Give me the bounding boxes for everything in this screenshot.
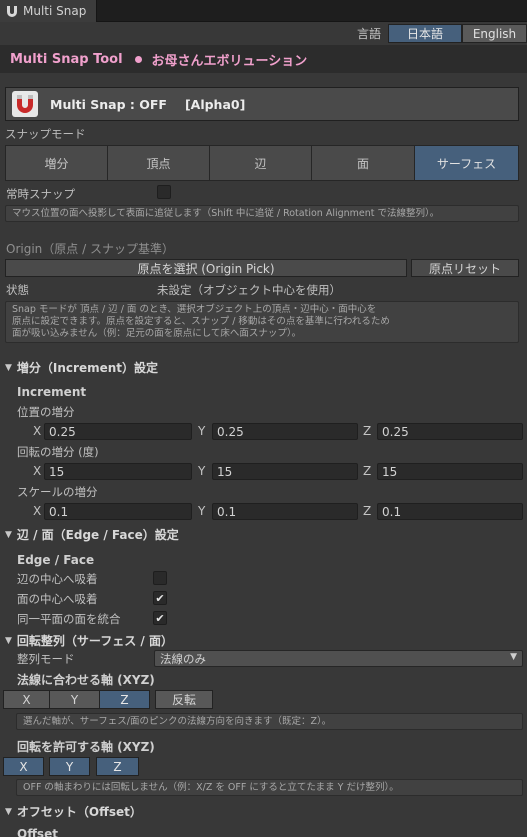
- rotation-z-field[interactable]: 15: [377, 463, 523, 480]
- offset-foldout-title: オフセット（Offset）: [16, 805, 142, 819]
- snap-status-header[interactable]: Multi Snap : OFF [Alpha0]: [5, 87, 519, 121]
- edge-center-checkbox[interactable]: [153, 571, 167, 585]
- rotation-increment-label: 回転の増分 (度): [17, 445, 99, 459]
- position-z-field[interactable]: 0.25: [377, 423, 523, 440]
- allowed-axis-x-button[interactable]: X: [3, 757, 44, 776]
- allowed-axis-help: OFF の軸まわりには回転しません（例：X/Z を OFF にすると立てたまま …: [16, 779, 523, 796]
- axis-y-label: Y: [198, 424, 206, 438]
- tool-title: Multi Snap Tool: [10, 51, 123, 67]
- merge-coplanar-checkbox[interactable]: ✔: [153, 611, 167, 625]
- offset-subtitle: Offset: [17, 827, 58, 837]
- increment-subtitle: Increment: [17, 385, 87, 399]
- allowed-axis-z-button[interactable]: Z: [96, 757, 139, 776]
- position-x-field[interactable]: 0.25: [44, 423, 192, 440]
- flip-normal-button[interactable]: 反転: [155, 690, 213, 709]
- rotation-y-field[interactable]: 15: [212, 463, 358, 480]
- increment-foldout[interactable]: ▼ 増分（Increment）設定: [5, 359, 158, 376]
- normal-axis-y-button[interactable]: Y: [49, 690, 100, 709]
- mode-surface-button[interactable]: サーフェス: [414, 145, 519, 181]
- rotation-x-field[interactable]: 15: [44, 463, 192, 480]
- language-row: 言語 日本語 English: [0, 22, 527, 44]
- snap-mode-help: マウス位置の面へ投影して表面に追従します（Shift 中に追従 / Rotati…: [5, 205, 519, 222]
- tool-subtitle: お母さんエボリューション: [151, 53, 308, 69]
- alignment-mode-label: 整列モード: [17, 652, 75, 666]
- language-label: 言語: [356, 27, 381, 41]
- origin-help-line: 面が吸い込みません（例：足元の面を原点にして床へ面スナップ）。: [12, 328, 302, 339]
- origin-help-line: Snap モードが 頂点 / 辺 / 面 のとき、選択オブジェクト上の頂点・辺中…: [12, 304, 377, 315]
- always-snap-checkbox[interactable]: [157, 185, 171, 199]
- normal-axis-x-button[interactable]: X: [3, 690, 50, 709]
- mode-edge-button[interactable]: 辺: [209, 145, 312, 181]
- always-snap-label: 常時スナップ: [6, 187, 75, 201]
- axis-z-label: Z: [363, 424, 372, 438]
- position-y-field[interactable]: 0.25: [212, 423, 358, 440]
- offset-foldout[interactable]: ▼ オフセット（Offset）: [5, 803, 142, 820]
- scale-increment-label: スケールの増分: [17, 485, 98, 499]
- edge-face-foldout[interactable]: ▼ 辺 / 面（Edge / Face）設定: [5, 526, 179, 543]
- scale-x-field[interactable]: 0.1: [44, 503, 192, 520]
- normal-axis-help: 選んだ軸が、サーフェス/面のピンクの法線方向を向きます（既定：Z）。: [16, 713, 523, 730]
- snap-mode-label: スナップモード: [5, 127, 86, 141]
- editor-tab-bar: Multi Snap: [0, 0, 527, 22]
- scale-y-field[interactable]: 0.1: [212, 503, 358, 520]
- merge-coplanar-label: 同一平面の面を統合: [17, 612, 121, 626]
- axis-y-label: Y: [198, 464, 206, 478]
- position-increment-label: 位置の増分: [17, 405, 75, 419]
- normal-axis-title: 法線に合わせる軸 (XYZ): [17, 673, 155, 687]
- tab-multi-snap[interactable]: Multi Snap: [0, 0, 97, 22]
- normal-axis-z-button[interactable]: Z: [99, 690, 150, 709]
- face-center-checkbox[interactable]: ✔: [153, 591, 167, 605]
- title-separator-dot: [134, 55, 142, 63]
- alignment-mode-dropdown[interactable]: 法線のみ ▼: [154, 650, 523, 667]
- mode-increment-button[interactable]: 増分: [5, 145, 108, 181]
- origin-help: Snap モードが 頂点 / 辺 / 面 のとき、選択オブジェクト上の頂点・辺中…: [5, 301, 519, 343]
- foldout-expanded-icon: ▼: [5, 362, 12, 373]
- language-japanese-button[interactable]: 日本語: [388, 24, 462, 43]
- increment-foldout-title: 増分（Increment）設定: [16, 361, 159, 375]
- foldout-expanded-icon: ▼: [5, 635, 12, 646]
- magnet-icon: [12, 91, 38, 117]
- checkmark-icon: ✔: [155, 591, 165, 605]
- edge-center-label: 辺の中心へ吸着: [17, 572, 98, 586]
- version-label: [Alpha0]: [184, 96, 246, 112]
- face-center-label: 面の中心へ吸着: [17, 592, 98, 606]
- allowed-axis-title: 回転を許可する軸 (XYZ): [17, 740, 155, 754]
- language-english-button[interactable]: English: [462, 24, 527, 43]
- mode-face-button[interactable]: 面: [311, 145, 415, 181]
- foldout-expanded-icon: ▼: [5, 806, 12, 817]
- checkmark-icon: ✔: [155, 611, 165, 625]
- dropdown-arrow-icon: ▼: [510, 652, 517, 662]
- axis-y-label: Y: [198, 504, 206, 518]
- edge-face-subtitle: Edge / Face: [17, 553, 95, 567]
- alignment-mode-value: 法線のみ: [160, 651, 206, 666]
- edge-face-foldout-title: 辺 / 面（Edge / Face）設定: [16, 528, 179, 542]
- axis-z-label: Z: [363, 464, 372, 478]
- origin-title: Origin（原点 / スナップ基準）: [6, 242, 174, 256]
- tool-title-bar: Multi Snap Tool お母さんエボリューション: [0, 45, 527, 73]
- axis-x-label: X: [33, 464, 42, 478]
- tab-title: Multi Snap: [23, 4, 87, 18]
- snap-status-text: Multi Snap : OFF: [50, 96, 167, 112]
- magnet-icon: [7, 6, 17, 17]
- axis-x-label: X: [33, 504, 42, 518]
- allowed-axis-y-button[interactable]: Y: [49, 757, 90, 776]
- rotation-alignment-foldout[interactable]: ▼ 回転整列（サーフェス / 面）: [5, 632, 173, 649]
- origin-help-line: 原点に設定できます。原点を設定すると、スナップ / 移動はその点を基準に行われる…: [12, 316, 390, 327]
- origin-pick-button[interactable]: 原点を選択 (Origin Pick): [5, 259, 407, 277]
- origin-status-label: 状態: [6, 283, 29, 297]
- axis-x-label: X: [33, 424, 42, 438]
- rotation-alignment-foldout-title: 回転整列（サーフェス / 面）: [16, 634, 173, 648]
- mode-vertex-button[interactable]: 頂点: [107, 145, 210, 181]
- origin-status-value: 未設定（オブジェクト中心を使用）: [157, 283, 341, 297]
- scale-z-field[interactable]: 0.1: [377, 503, 523, 520]
- axis-z-label: Z: [363, 504, 372, 518]
- foldout-expanded-icon: ▼: [5, 529, 12, 540]
- origin-reset-button[interactable]: 原点リセット: [411, 259, 519, 277]
